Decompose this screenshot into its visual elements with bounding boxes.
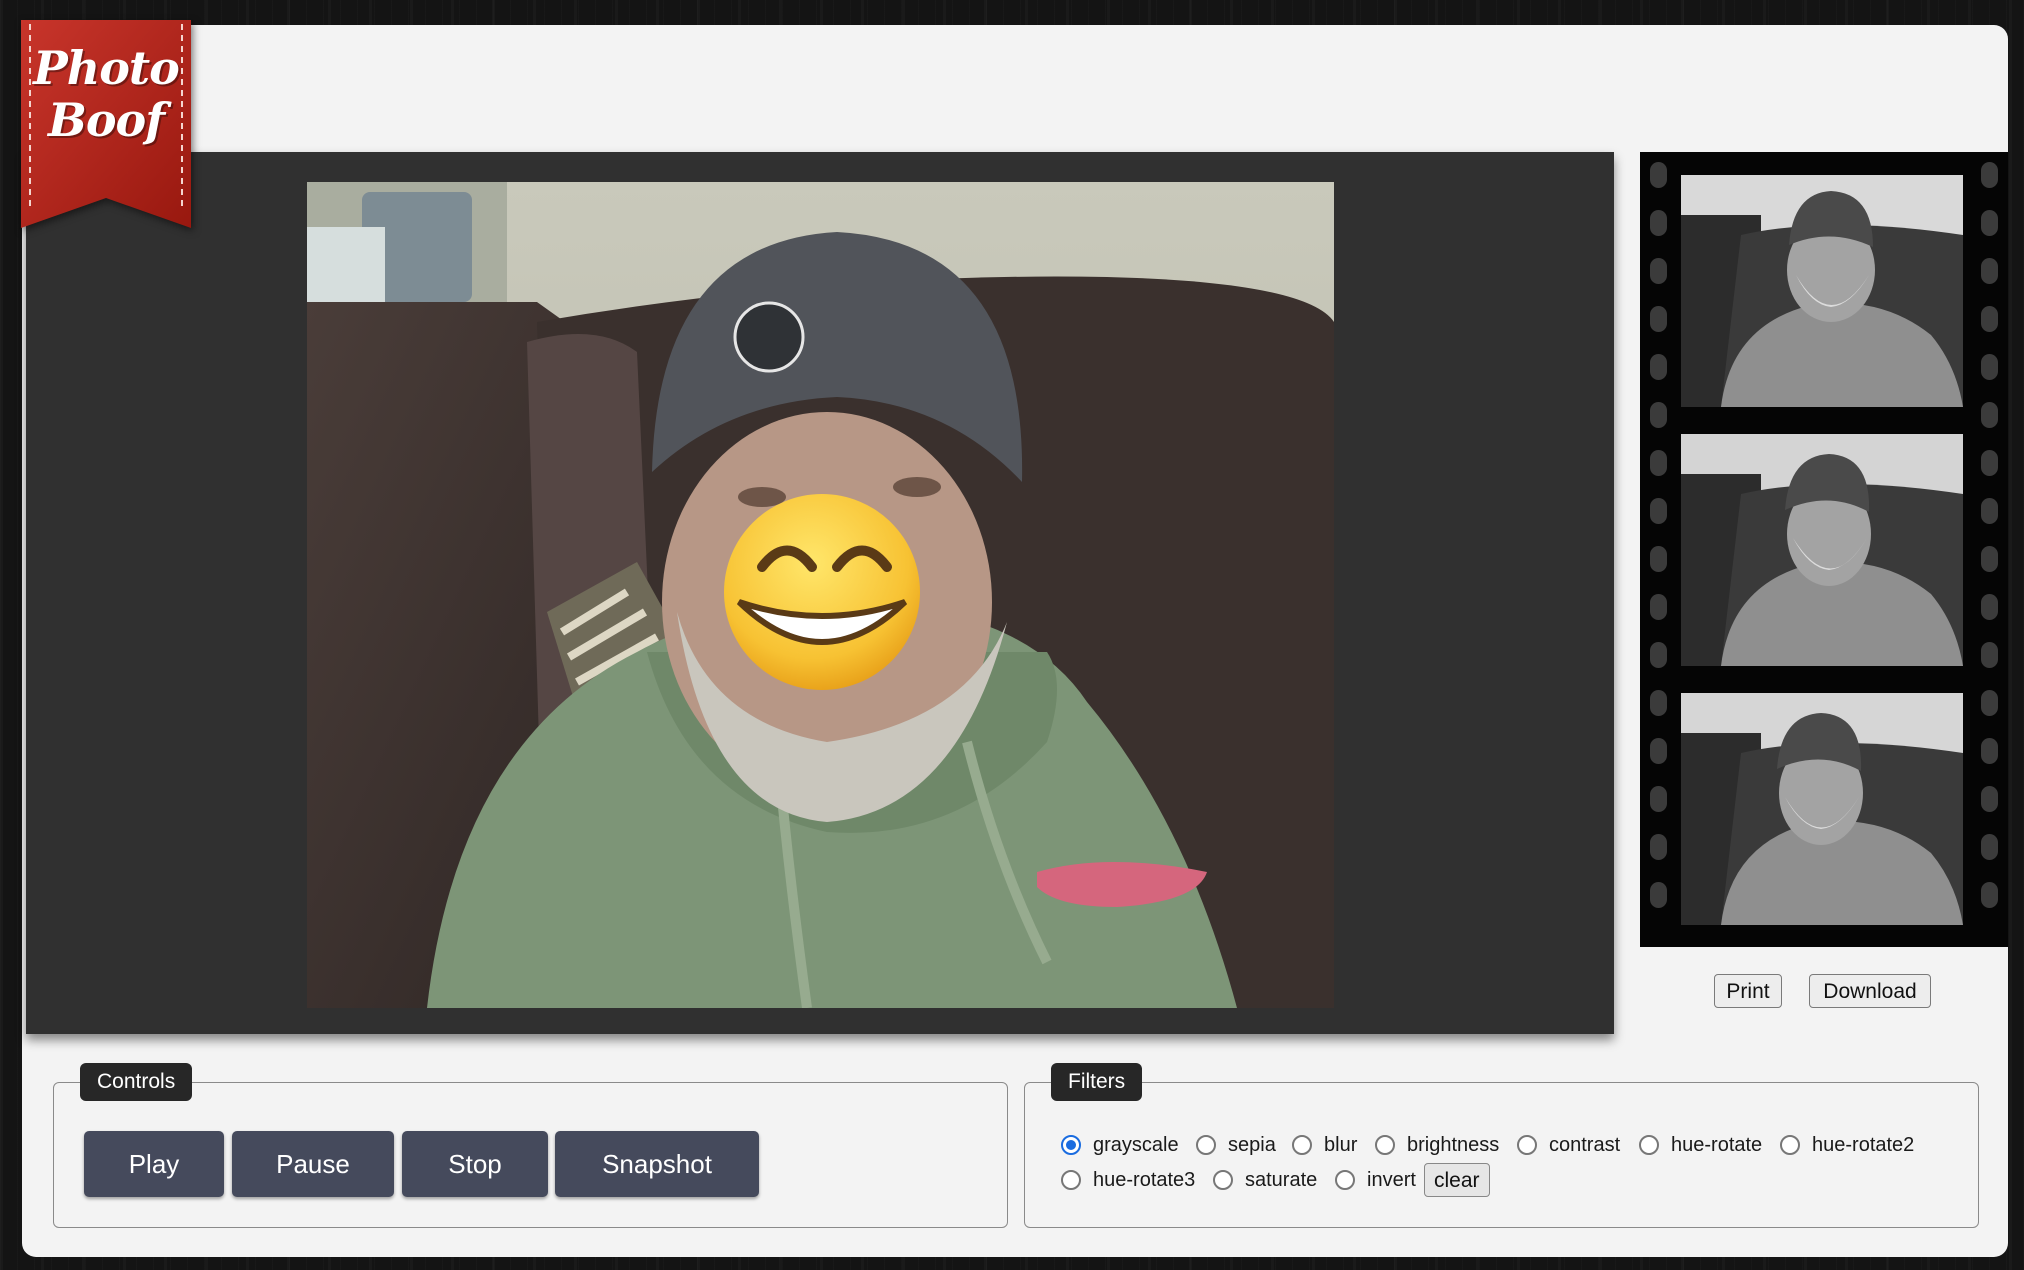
sprocket-hole [1650,354,1667,380]
sprocket-hole [1981,594,1998,620]
sprocket-hole [1650,642,1667,668]
photo-boof-logo: Photo Boof [17,20,195,228]
radio-icon[interactable] [1292,1135,1312,1155]
sprocket-hole [1650,450,1667,476]
filter-option-blur[interactable]: blur [1292,1130,1357,1160]
filter-label: grayscale [1093,1133,1179,1156]
filters-group: Filters grayscale sepia blur brightness … [1024,1063,1979,1228]
sprocket-hole [1650,690,1667,716]
radio-icon[interactable] [1780,1135,1800,1155]
filter-option-hue-rotate3[interactable]: hue-rotate3 [1061,1165,1195,1195]
print-button[interactable]: Print [1714,974,1782,1008]
filter-label: invert [1367,1168,1416,1191]
download-button[interactable]: Download [1809,974,1931,1008]
sprocket-hole [1981,306,1998,332]
camera-video-feed [307,182,1334,1008]
snapshot-thumbnail [1681,175,1963,407]
filter-option-sepia[interactable]: sepia [1196,1130,1276,1160]
strip-photo-3[interactable] [1681,693,1963,925]
sprocket-hole [1981,354,1998,380]
sprocket-hole [1981,882,1998,908]
filters-legend: Filters [1051,1063,1143,1101]
pause-button[interactable]: Pause [232,1131,394,1197]
sprocket-hole [1981,546,1998,572]
radio-icon[interactable] [1375,1135,1395,1155]
sprocket-hole [1650,210,1667,236]
filter-label: hue-rotate [1671,1133,1763,1156]
filter-label: brightness [1407,1133,1500,1156]
filter-option-grayscale[interactable]: grayscale [1061,1130,1179,1160]
sprocket-hole [1650,402,1667,428]
filter-option-saturate[interactable]: saturate [1213,1165,1317,1195]
sprocket-hole [1981,738,1998,764]
logo-line-1: Photo [33,41,180,95]
radio-icon[interactable] [1639,1135,1659,1155]
sprocket-hole [1650,594,1667,620]
stop-button[interactable]: Stop [402,1131,548,1197]
sprocket-hole [1650,498,1667,524]
sprocket-hole [1650,738,1667,764]
filter-label: blur [1324,1133,1358,1156]
sprocket-hole [1650,834,1667,860]
sprocket-hole [1981,258,1998,284]
sprocket-hole [1981,498,1998,524]
filter-option-invert[interactable]: invert [1335,1165,1416,1195]
sprocket-hole [1981,162,1998,188]
sprocket-hole [1981,834,1998,860]
filter-label: saturate [1245,1168,1318,1191]
radio-icon[interactable] [1061,1170,1081,1190]
radio-checked-icon[interactable] [1061,1135,1081,1155]
sprocket-hole [1650,258,1667,284]
filter-label: hue-rotate3 [1093,1168,1196,1191]
photo-strip [1640,152,2008,947]
emoji-overlay [724,494,920,690]
sprocket-hole [1981,210,1998,236]
filter-option-brightness[interactable]: brightness [1375,1130,1499,1160]
sprocket-hole [1650,882,1667,908]
radio-icon[interactable] [1335,1170,1355,1190]
strip-photo-2[interactable] [1681,434,1963,666]
sprocket-hole [1981,690,1998,716]
filter-label: hue-rotate2 [1812,1133,1915,1156]
camera-scene-image [307,182,1334,1008]
sprocket-hole [1981,450,1998,476]
sprocket-hole [1650,306,1667,332]
sprocket-hole [1981,402,1998,428]
filter-label: contrast [1549,1133,1621,1156]
filter-option-hue-rotate[interactable]: hue-rotate [1639,1130,1762,1160]
sprocket-hole [1650,786,1667,812]
filter-option-hue-rotate2[interactable]: hue-rotate2 [1780,1130,1914,1160]
logo-text: Photo Boof [17,42,195,146]
logo-line-2: Boof [47,93,165,147]
sprocket-hole [1981,786,1998,812]
sprocket-hole [1981,642,1998,668]
filter-label: sepia [1228,1133,1276,1156]
sprocket-hole [1650,162,1667,188]
snapshot-button[interactable]: Snapshot [555,1131,759,1197]
snapshot-thumbnail [1681,434,1963,666]
clear-filter-button[interactable]: clear [1424,1163,1490,1197]
radio-icon[interactable] [1196,1135,1216,1155]
snapshot-thumbnail [1681,693,1963,925]
sprocket-hole [1650,546,1667,572]
radio-icon[interactable] [1213,1170,1233,1190]
controls-legend: Controls [80,1063,193,1101]
filter-option-contrast[interactable]: contrast [1517,1130,1620,1160]
play-button[interactable]: Play [84,1131,224,1197]
radio-icon[interactable] [1517,1135,1537,1155]
controls-group: Controls Play Pause Stop Snapshot [53,1063,1008,1228]
strip-photo-1[interactable] [1681,175,1963,407]
